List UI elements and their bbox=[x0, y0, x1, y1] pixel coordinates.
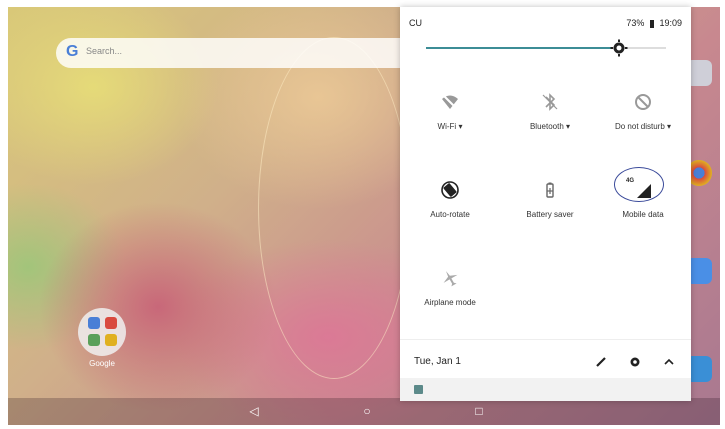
google-logo-icon: G bbox=[66, 43, 79, 60]
do-not-disturb-icon bbox=[635, 94, 651, 110]
folder-app-icon bbox=[105, 334, 117, 346]
auto-rotate-icon bbox=[441, 181, 459, 199]
dropdown-icon: ▾ bbox=[458, 122, 463, 131]
folder-label: Google bbox=[89, 359, 115, 368]
brightness-icon[interactable] bbox=[610, 39, 628, 57]
tile-battery-saver[interactable]: Battery saver bbox=[505, 176, 595, 246]
airplane-mode-icon bbox=[443, 271, 458, 287]
status-right: 73% 19:09 bbox=[626, 18, 682, 28]
tile-bluetooth[interactable]: Bluetooth ▾ bbox=[505, 88, 595, 158]
tile-label: Battery saver bbox=[526, 210, 574, 219]
date-label: Tue, Jan 1 bbox=[414, 356, 461, 367]
footer-divider bbox=[400, 339, 691, 340]
collapse-icon[interactable] bbox=[662, 355, 676, 369]
brightness-slider-fill bbox=[426, 47, 614, 49]
notification-strip bbox=[400, 378, 691, 401]
brightness-slider[interactable] bbox=[426, 47, 666, 49]
tile-label: Auto-rotate bbox=[430, 210, 470, 219]
tile-label: Do not disturb ▾ bbox=[614, 122, 672, 131]
bluetooth-off-icon bbox=[542, 93, 558, 111]
home-icon[interactable]: ○ bbox=[358, 402, 376, 420]
folder-app-icon bbox=[105, 317, 117, 329]
battery-icon bbox=[649, 19, 654, 28]
battery-saver-icon bbox=[546, 182, 554, 198]
tile-wifi[interactable]: Wi-Fi ▾ bbox=[405, 88, 495, 158]
recents-icon[interactable]: □ bbox=[470, 402, 488, 420]
google-apps-folder[interactable] bbox=[78, 308, 126, 356]
tile-auto-rotate[interactable]: Auto-rotate bbox=[405, 176, 495, 246]
edit-icon[interactable] bbox=[594, 355, 608, 369]
google-search-bar[interactable]: G Search... bbox=[56, 38, 416, 68]
tile-label: Mobile data bbox=[622, 210, 664, 219]
clock: 19:09 bbox=[659, 18, 682, 28]
battery-percent: 73% bbox=[626, 18, 645, 28]
back-icon[interactable]: ◁ bbox=[245, 402, 263, 420]
tile-airplane-mode[interactable]: Airplane mode bbox=[405, 264, 495, 334]
tile-label: Wi-Fi ▾ bbox=[437, 122, 463, 131]
settings-icon[interactable] bbox=[628, 355, 642, 369]
dropdown-icon: ▾ bbox=[667, 122, 672, 131]
highlight-annotation bbox=[614, 167, 664, 202]
wallpaper-arc bbox=[258, 37, 410, 379]
search-placeholder: Search... bbox=[86, 46, 123, 56]
dropdown-icon: ▾ bbox=[566, 122, 571, 131]
folder-app-icon bbox=[88, 334, 100, 346]
tile-label: Bluetooth ▾ bbox=[529, 122, 571, 131]
carrier-label: CU bbox=[409, 18, 422, 28]
tile-label: Airplane mode bbox=[424, 298, 476, 307]
tile-do-not-disturb[interactable]: Do not disturb ▾ bbox=[598, 88, 688, 158]
screenshot-notification-icon[interactable] bbox=[414, 385, 423, 394]
folder-app-icon bbox=[88, 317, 100, 329]
wifi-off-icon bbox=[442, 94, 458, 110]
